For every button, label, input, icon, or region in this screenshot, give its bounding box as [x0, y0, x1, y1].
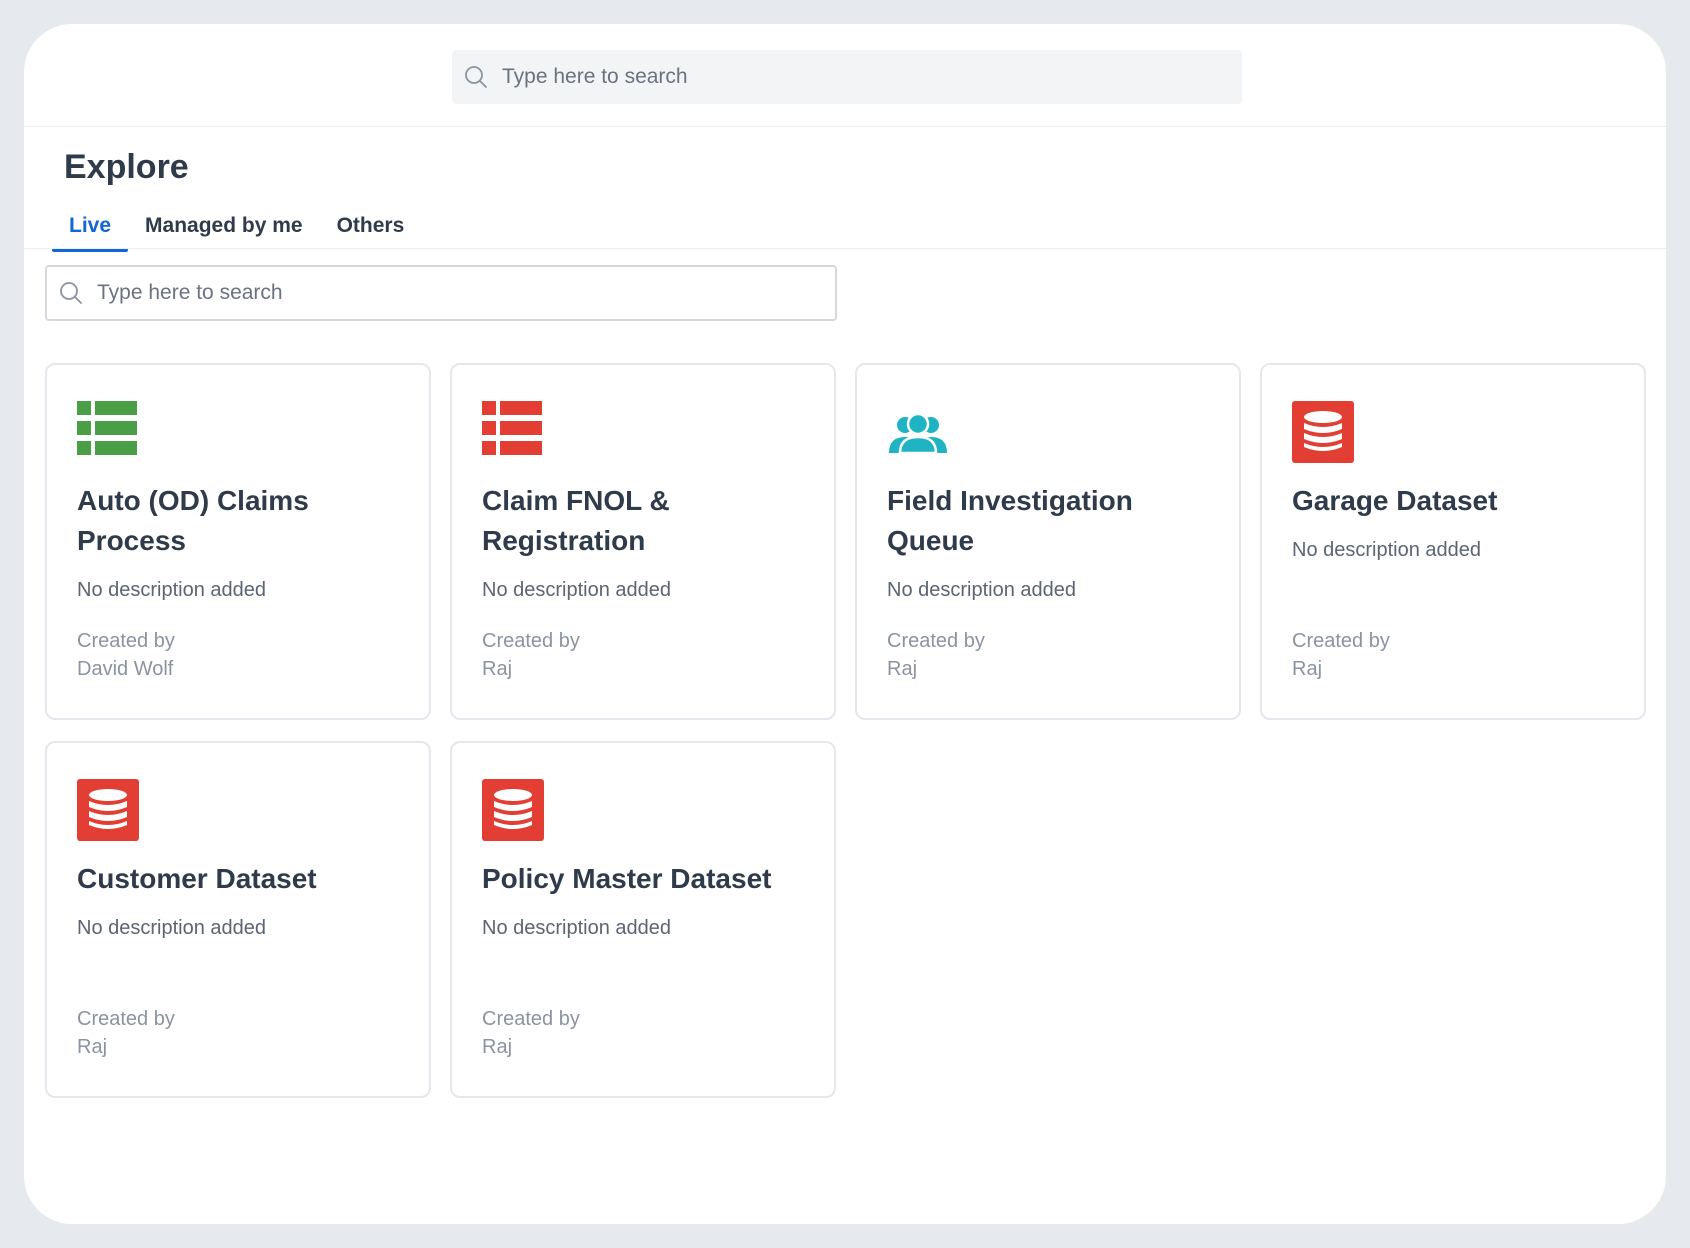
card-auto-od-claims-process[interactable]: Auto (OD) Claims Process No description … [45, 363, 431, 720]
card-description: No description added [77, 579, 267, 601]
card-created-by: Created by Raj [77, 1005, 175, 1061]
search-icon [464, 64, 490, 90]
created-by-label: Created by [887, 630, 985, 652]
card-description: No description added [887, 579, 1077, 601]
global-search-bar[interactable] [452, 50, 1242, 104]
tab-managed-by-me[interactable]: Managed by me [128, 204, 320, 252]
list-search-bar[interactable] [45, 265, 837, 321]
tab-live[interactable]: Live [52, 204, 129, 252]
list-search-input[interactable] [97, 281, 797, 305]
card-garage-dataset[interactable]: Garage Dataset No description added Crea… [1260, 363, 1646, 720]
card-description: No description added [77, 917, 267, 939]
card-created-by: Created by David Wolf [77, 627, 175, 683]
created-by-user: Raj [482, 658, 513, 680]
card-claim-fnol-registration[interactable]: Claim FNOL & Registration No description… [450, 363, 836, 720]
tab-bar: Live Managed by me Others [52, 204, 421, 252]
created-by-user: Raj [77, 1036, 108, 1058]
page-title: Explore [64, 148, 189, 186]
card-grid: Auto (OD) Claims Process No description … [45, 363, 1646, 1098]
table-grid-red-icon [482, 401, 804, 465]
created-by-user: Raj [887, 658, 918, 680]
top-bar [24, 24, 1666, 127]
created-by-user: David Wolf [77, 658, 174, 680]
card-description: No description added [1292, 539, 1482, 561]
database-icon [1292, 401, 1614, 465]
app-window: Explore Live Managed by me Others Auto (… [24, 24, 1666, 1224]
created-by-label: Created by [482, 1008, 580, 1030]
card-title: Garage Dataset [1292, 485, 1498, 516]
tab-others[interactable]: Others [320, 204, 422, 252]
card-created-by: Created by Raj [482, 1005, 580, 1061]
created-by-label: Created by [77, 630, 175, 652]
card-policy-master-dataset[interactable]: Policy Master Dataset No description add… [450, 741, 836, 1098]
card-title: Auto (OD) Claims Process [77, 485, 309, 556]
table-grid-green-icon [77, 401, 399, 465]
created-by-user: Raj [482, 1036, 513, 1058]
created-by-label: Created by [482, 630, 580, 652]
tabs-divider [24, 248, 1666, 249]
card-created-by: Created by Raj [482, 627, 580, 683]
global-search-input[interactable] [502, 65, 1202, 89]
card-title: Policy Master Dataset [482, 863, 772, 894]
card-description: No description added [482, 579, 672, 601]
created-by-label: Created by [77, 1008, 175, 1030]
card-title: Field Investigation Queue [887, 485, 1133, 556]
users-group-icon [887, 401, 1209, 465]
database-icon [482, 779, 804, 843]
card-title: Customer Dataset [77, 863, 317, 894]
database-icon [77, 779, 399, 843]
card-created-by: Created by Raj [1292, 627, 1390, 683]
card-customer-dataset[interactable]: Customer Dataset No description added Cr… [45, 741, 431, 1098]
created-by-label: Created by [1292, 630, 1390, 652]
card-description: No description added [482, 917, 672, 939]
card-title: Claim FNOL & Registration [482, 485, 670, 556]
card-created-by: Created by Raj [887, 627, 985, 683]
created-by-user: Raj [1292, 658, 1323, 680]
search-icon [59, 280, 85, 306]
card-field-investigation-queue[interactable]: Field Investigation Queue No description… [855, 363, 1241, 720]
